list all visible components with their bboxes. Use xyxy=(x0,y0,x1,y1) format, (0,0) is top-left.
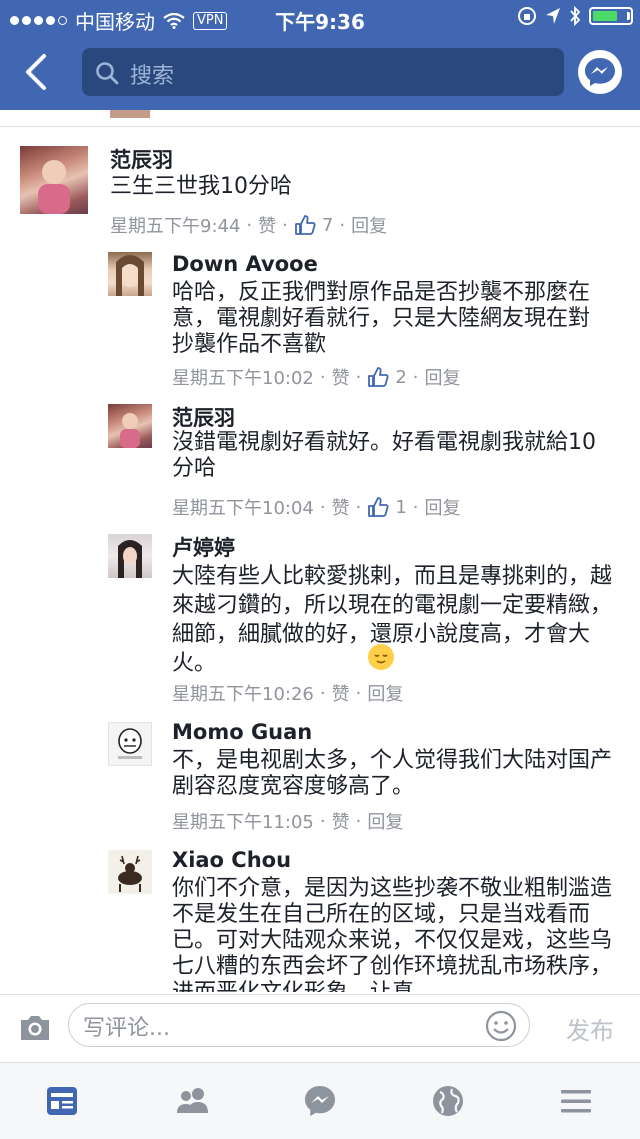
like-link[interactable]: 赞 xyxy=(332,364,350,390)
camera-button[interactable] xyxy=(18,1013,52,1047)
tab-notifications[interactable] xyxy=(430,1083,466,1119)
comment-meta: 星期五下午11:05 · 赞 · 回复 xyxy=(172,808,403,834)
like-count: 2 xyxy=(395,366,407,388)
avatar[interactable] xyxy=(108,534,152,578)
tab-menu[interactable] xyxy=(558,1083,594,1119)
commenter-name[interactable]: Xiao Chou xyxy=(172,848,291,872)
like-count: 1 xyxy=(395,496,407,518)
status-right xyxy=(517,6,633,26)
location-icon xyxy=(546,8,560,24)
search-input[interactable]: 搜索 xyxy=(82,48,564,96)
comment-time: 星期五下午10:26 xyxy=(172,684,314,705)
menu-icon xyxy=(561,1090,591,1113)
tab-news-feed[interactable] xyxy=(44,1083,80,1119)
search-placeholder: 搜索 xyxy=(130,64,175,89)
friends-icon xyxy=(177,1088,208,1113)
like-link[interactable]: 赞 xyxy=(332,680,350,706)
commenter-name[interactable]: 范辰羽 xyxy=(172,402,235,432)
relieved-face-icon xyxy=(368,644,394,670)
reply-link[interactable]: 回复 xyxy=(425,364,461,390)
comment-time: 星期五下午9:44 xyxy=(110,216,241,237)
tab-friends[interactable] xyxy=(174,1083,210,1119)
like-link[interactable]: 赞 xyxy=(332,494,350,520)
camera-icon xyxy=(21,1016,49,1040)
news-feed-icon xyxy=(47,1087,77,1115)
reply-link[interactable]: 回复 xyxy=(367,808,403,834)
divider xyxy=(0,126,640,127)
commenter-name[interactable]: Momo Guan xyxy=(172,720,312,744)
comment-text: 不，是电视剧太多，个人觉得我们大陆对国产剧容忍度宽容度够高了。 xyxy=(172,748,613,799)
commenter-name[interactable]: 范辰羽 xyxy=(110,144,173,174)
partial-avatar xyxy=(110,110,150,118)
commenter-name[interactable]: 卢婷婷 xyxy=(172,532,235,562)
globe-icon xyxy=(433,1086,463,1116)
avatar[interactable] xyxy=(108,722,152,766)
avatar[interactable] xyxy=(108,252,152,296)
bluetooth-icon xyxy=(570,6,581,26)
commenter-name[interactable]: Down Avooe xyxy=(172,252,318,276)
search-icon xyxy=(96,62,119,85)
like-count: 7 xyxy=(321,214,334,236)
avatar[interactable] xyxy=(20,146,88,214)
comment-input[interactable]: 写评论... xyxy=(68,1003,530,1047)
comment-text: 你们不介意，是因为这些抄袭不敬业粗制滥造不是发生在自己所在的区域，只是当戏看而已… xyxy=(172,876,613,992)
tab-messenger[interactable] xyxy=(302,1083,338,1119)
comment-text: 哈哈，反正我們對原作品是否抄襲不那麼在意，電視劇好看就行，只是大陸網友現在對抄襲… xyxy=(172,280,591,357)
emoji-icon[interactable] xyxy=(485,1010,517,1042)
status-bar: 中国移动 VPN 下午9:36 xyxy=(0,0,640,36)
comment-composer: 写评论... 发布 xyxy=(0,994,640,1061)
messenger-button[interactable] xyxy=(578,50,622,94)
back-button[interactable] xyxy=(20,52,56,92)
tab-bar xyxy=(0,1062,640,1139)
battery-icon xyxy=(589,7,633,25)
comment-time: 星期五下午11:05 xyxy=(172,812,314,833)
like-link[interactable]: 赞 xyxy=(258,212,276,238)
comment-meta: 星期五下午10:26 · 赞 · 回复 xyxy=(172,680,403,706)
messenger-icon xyxy=(305,1086,335,1116)
reply-link[interactable]: 回复 xyxy=(367,680,403,706)
comment-time: 星期五下午10:02 xyxy=(172,368,314,389)
orientation-lock-icon xyxy=(518,7,536,25)
thumbs-up-icon xyxy=(294,215,316,235)
comment-meta: 星期五下午10:02 · 赞 · 2 · 回复 xyxy=(172,364,461,390)
comment-time: 星期五下午10:04 xyxy=(172,498,314,519)
reply-link[interactable]: 回复 xyxy=(425,494,461,520)
thumbs-up-icon xyxy=(368,497,389,517)
comment-text: 沒錯電視劇好看就好。好看電視劇我就給10分哈 xyxy=(172,430,596,481)
comment-text: 大陸有些人比較愛挑剌，而且是專挑剌的，越來越刁鑽的，所以現在的電視劇一定要精緻，… xyxy=(172,564,613,676)
top-bar: 中国移动 VPN 下午9:36 搜索 xyxy=(0,0,640,110)
reply-link[interactable]: 回复 xyxy=(351,212,387,238)
thumbs-up-icon xyxy=(368,367,389,387)
avatar[interactable] xyxy=(108,850,152,894)
avatar[interactable] xyxy=(108,404,152,448)
chevron-left-icon xyxy=(26,54,46,90)
messenger-icon xyxy=(585,58,615,86)
post-button[interactable]: 发布 xyxy=(566,1011,614,1046)
comment-meta: 星期五下午9:44 · 赞 · 7 · 回复 xyxy=(110,212,387,238)
like-link[interactable]: 赞 xyxy=(332,808,350,834)
comment-text: 三生三世我10分哈 xyxy=(110,174,292,199)
comment-meta: 星期五下午10:04 · 赞 · 1 · 回复 xyxy=(172,494,461,520)
comment-placeholder: 写评论... xyxy=(83,1016,170,1041)
